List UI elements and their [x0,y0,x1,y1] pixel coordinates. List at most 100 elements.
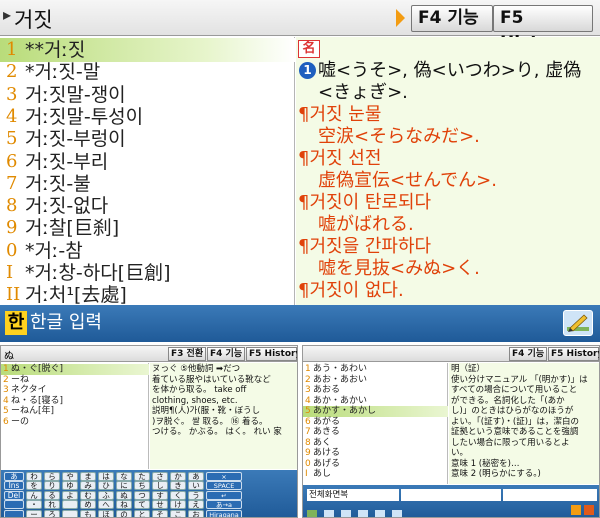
tool-icon[interactable] [341,510,352,517]
f4-function-button-small[interactable]: F4 기능 [207,347,245,361]
f5-history-button-right[interactable]: F5 History [548,347,599,361]
headword-list[interactable]: 1 **거ː짓 2 *거ː짓-말 3 거ː짓말-쟁이 4 거ː짓말-투성이 5 거ː짓-부렁이 6 거… [0,37,295,306]
keyboard-key[interactable]: ね [116,500,132,510]
list-item[interactable]: 1 あう・あわい [303,364,448,375]
keyboard-key[interactable]: や [62,472,78,481]
keyboard-key[interactable]: ひ [98,481,114,491]
ime-indicator[interactable]: 한 [5,311,27,335]
f3-toggle-button[interactable]: F3 전환 [168,347,206,361]
keyboard-key[interactable]: そ [152,509,168,517]
tool-icon[interactable] [375,510,386,517]
keyboard-key[interactable] [4,500,24,510]
keyboard-key[interactable] [62,509,78,517]
tool-icon[interactable] [307,510,317,517]
list-item[interactable]: 2 ーね [1,375,149,386]
keyboard-key[interactable]: ら [44,472,60,481]
keyboard-key[interactable]: ・ [26,500,42,510]
small-headword-list[interactable]: 1 ぬ・ぐ[脱ぐ] 2 ーね 3 ネクタイ 4 ね・る[寝る] 5 ーねん[年] 6 ーの [1,363,149,469]
arrow-right-icon[interactable] [396,9,405,27]
keyboard-key[interactable]: は [98,472,114,481]
keyboard-key[interactable]: み [80,481,96,491]
list-item[interactable]: 4 あか・あかい [303,396,448,407]
list-item[interactable]: 6 ーの [1,417,149,428]
keyboard-key[interactable]: と [134,509,150,517]
keyboard-key[interactable]: き [170,481,186,491]
keyboard-key[interactable]: る [44,490,60,500]
list-item[interactable]: 0 あげる [303,459,448,470]
keyboard-key[interactable]: れ [44,500,60,510]
keyboard-key[interactable]: に [116,481,132,491]
keyboard-key[interactable]: ー [26,509,42,517]
keyboard-key[interactable]: て [134,500,150,510]
list-item[interactable]: 5 거ː짓-부렁이 [0,127,295,151]
keyboard-key[interactable]: Hiragana [206,509,242,517]
list-item[interactable]: 5 ーねん[年] [1,406,149,417]
input-field-small-2[interactable] [503,489,597,501]
list-item[interactable]: 2 あお・あおい [303,375,448,386]
f5-history-button-small[interactable]: F5 History [246,347,297,361]
keyboard-key[interactable]: こ [170,509,186,517]
list-item[interactable]: 5 あかす・あかし [303,406,448,417]
keyboard-key[interactable]: お [188,509,204,517]
keyboard-key[interactable]: な [116,472,132,481]
keyboard-key[interactable]: ゆ [62,481,78,491]
keyboard-key[interactable]: さ [152,472,168,481]
keyboard-key[interactable]: Del [4,490,24,500]
keyboard-key[interactable]: ふ [98,490,114,500]
keyboard-key[interactable]: す [152,490,168,500]
keyboard-key[interactable]: え [188,500,204,510]
keyboard-key[interactable]: つ [134,490,150,500]
keyboard-key[interactable]: の [116,509,132,517]
list-item[interactable]: 0 *거ː-참 [0,239,295,263]
list-item[interactable]: 3 ネクタイ [1,385,149,396]
list-item[interactable]: 6 거ː짓-부리 [0,150,295,174]
keyboard-key[interactable] [4,509,24,517]
keyboard-key[interactable]: ほ [98,509,114,517]
keyboard-key[interactable]: し [152,481,168,491]
keyboard-key[interactable]: を [26,481,42,491]
keyboard-key[interactable]: Ins [4,481,24,491]
keyboard-key[interactable]: ま [80,472,96,481]
list-item[interactable]: 8 あく [303,438,448,449]
keyboard-key[interactable]: ん [26,490,42,500]
tool-icon[interactable] [324,510,335,517]
small-search-input[interactable]: ぬ [4,347,14,362]
keyboard-key[interactable]: × [206,472,242,481]
tool-icon[interactable] [392,510,403,517]
pen-icon[interactable] [563,310,593,336]
keyboard-key[interactable]: た [134,472,150,481]
list-item[interactable]: 1 ぬ・ぐ[脱ぐ] [1,364,149,375]
list-item[interactable]: I *거ː창-하다[巨創] [0,261,295,285]
keyboard-key[interactable]: わ [26,472,42,481]
list-item[interactable]: 9 거ː찰[巨刹] [0,216,295,240]
keyboard-key[interactable]: め [80,500,96,510]
list-item[interactable]: 4 ね・る[寝る] [1,396,149,407]
tool-icon[interactable] [358,510,369,517]
list-item[interactable]: 9 あける [303,448,448,459]
keyboard-key[interactable]: へ [98,500,114,510]
keyboard-key[interactable]: く [170,490,186,500]
minimize-icon[interactable] [571,505,581,515]
keyboard-key[interactable]: SPACE [206,481,242,491]
list-item[interactable]: 3 거ː짓말-쟁이 [0,83,295,107]
f4-function-button[interactable]: F4 기능 [411,5,493,32]
list-item[interactable]: 1 **거ː짓 [0,38,295,62]
close-icon[interactable] [584,505,594,515]
keyboard-key[interactable]: け [170,500,186,510]
list-item[interactable]: 2 *거ː짓-말 [0,60,295,84]
list-item[interactable]: 7 あきる [303,427,448,438]
keyboard-key[interactable]: か [170,472,186,481]
fullscreen-toggle[interactable]: 전체화면복 [307,489,399,501]
f5-history-button[interactable]: F5 History [493,5,593,53]
list-item[interactable]: 4 거ː짓말-투성이 [0,105,295,129]
keyboard-key[interactable]: ち [134,481,150,491]
small-headword-list-right[interactable]: 1 あう・あわい 2 あお・あおい 3 あおる 4 あか・あかい 5 あかす・あかし 6 あがる 7 あき… [303,363,448,484]
keyboard-key[interactable]: い [188,481,204,491]
list-item[interactable]: 8 거ː짓-없다 [0,194,295,218]
keyboard-key[interactable]: あ [4,472,24,481]
list-item[interactable]: 7 거ː짓-불 [0,172,295,196]
list-item[interactable]: 3 あおる [303,385,448,396]
keyboard-key[interactable]: よ [62,490,78,500]
list-item[interactable]: 6 あがる [303,417,448,428]
keyboard-key[interactable]: り [44,481,60,491]
